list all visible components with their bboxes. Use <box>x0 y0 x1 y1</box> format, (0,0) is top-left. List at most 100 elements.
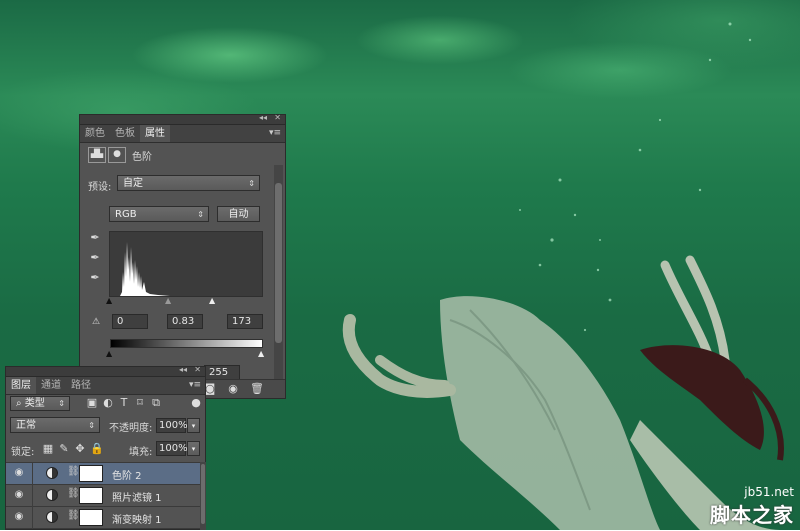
adjustment-title: 色阶 <box>132 152 152 163</box>
scroll-thumb[interactable] <box>201 464 205 524</box>
gradient-map-adjustment-icon <box>46 511 58 523</box>
scroll-thumb[interactable] <box>275 183 282 343</box>
black-point-slider-icon[interactable]: ▲ <box>106 294 112 308</box>
clipping-warning-icon: ⚠ <box>91 317 101 327</box>
opacity-field[interactable]: 100% <box>156 418 188 433</box>
tab-channels[interactable]: 通道 <box>36 377 66 394</box>
filter-pixel-icon[interactable]: ▣ <box>86 396 98 410</box>
watermark-brand: 脚本之家 <box>710 503 794 527</box>
levels-adjustment-icon: ▟▙ <box>88 147 106 163</box>
panel-titlebar[interactable]: ◂◂ ✕ <box>80 113 285 125</box>
opacity-dropdown-button[interactable]: ▾ <box>187 418 200 433</box>
blend-mode-value: 正常 <box>16 420 36 431</box>
lock-transparent-icon[interactable]: ▦ <box>42 442 54 456</box>
layer-mask-thumbnail[interactable] <box>79 465 103 482</box>
input-black-field[interactable]: 0 <box>112 314 148 329</box>
gamma-slider-icon[interactable]: ▲ <box>165 294 171 308</box>
white-point-eyedropper-icon[interactable]: ✒ <box>88 271 102 285</box>
layer-row[interactable]: ◉ ⛓ 照片滤镜 1 <box>6 485 200 507</box>
preset-label: 预设: <box>88 182 112 193</box>
input-gamma-field[interactable]: 0.83 <box>167 314 203 329</box>
collapse-icon[interactable]: ◂◂ <box>179 365 187 374</box>
output-gradient <box>110 339 263 348</box>
layer-name[interactable]: 色阶 2 <box>112 467 142 482</box>
auto-button[interactable]: 自动 <box>217 206 260 222</box>
layer-name[interactable]: 照片滤镜 1 <box>112 489 162 504</box>
filter-type-icon[interactable]: T <box>118 396 130 410</box>
tab-color[interactable]: 颜色 <box>80 125 110 142</box>
histogram <box>109 231 263 297</box>
lock-position-icon[interactable]: ✥ <box>74 442 86 456</box>
tab-properties[interactable]: 属性 <box>140 125 170 142</box>
chevron-updown-icon: ⇕ <box>58 399 65 408</box>
output-white-field[interactable]: 255 <box>204 365 240 380</box>
link-icon[interactable]: ⛓ <box>67 488 80 499</box>
visibility-eye-icon[interactable]: ◉ <box>226 382 240 396</box>
preset-value: 自定 <box>123 178 143 189</box>
lock-label: 锁定: <box>11 447 35 458</box>
trash-icon[interactable]: 🗑 <box>250 382 264 396</box>
tab-swatches[interactable]: 色板 <box>110 125 140 142</box>
fill-dropdown-button[interactable]: ▾ <box>187 441 200 456</box>
properties-panel: ◂◂ ✕ 颜色 色板 属性 ▾≡ ▟▙ ● 色阶 预设: 自定 ⇕ RGB ⇕ … <box>79 113 286 399</box>
filter-kind: 类型 <box>24 398 45 409</box>
fill-field[interactable]: 100% <box>156 441 188 456</box>
panel-menu-icon[interactable]: ▾≡ <box>189 377 201 394</box>
output-white-slider-icon[interactable]: ▲ <box>258 347 264 361</box>
chevron-updown-icon: ⇕ <box>88 421 95 430</box>
filter-toggle-icon[interactable]: ● <box>190 396 202 410</box>
photo-filter-adjustment-icon <box>46 489 58 501</box>
tab-layers[interactable]: 图层 <box>6 377 36 394</box>
collapse-icon[interactable]: ◂◂ <box>259 113 267 122</box>
chevron-updown-icon: ⇕ <box>197 210 204 219</box>
output-black-slider-icon[interactable]: ▲ <box>106 347 112 361</box>
layers-panel: ◂◂ ✕ 图层 通道 路径 ▾≡ ⌕ 类型 ⇕ ▣ ◐ T ⌑ ⧉ ● 正常 ⇕… <box>5 365 206 531</box>
chevron-updown-icon: ⇕ <box>248 179 255 188</box>
properties-tabs: 颜色 色板 属性 ▾≡ <box>80 125 285 143</box>
close-icon[interactable]: ✕ <box>274 113 281 122</box>
layer-row[interactable]: ◉ ⛓ 色阶 2 <box>6 463 200 485</box>
layer-mask-icon[interactable]: ● <box>108 147 126 163</box>
tab-paths[interactable]: 路径 <box>66 377 96 394</box>
close-icon[interactable]: ✕ <box>194 365 201 374</box>
black-point-eyedropper-icon[interactable]: ✒ <box>88 231 102 245</box>
visibility-eye-icon[interactable]: ◉ <box>13 467 25 479</box>
histogram-graph <box>120 242 170 296</box>
layer-mask-thumbnail[interactable] <box>79 509 103 526</box>
channel-value: RGB <box>115 209 137 220</box>
divider <box>32 485 33 507</box>
layer-name[interactable]: 渐变映射 1 <box>112 511 162 526</box>
lock-image-icon[interactable]: ✎ <box>58 442 70 456</box>
search-icon: ⌕ <box>16 398 25 409</box>
layer-row[interactable]: ◉ ⛓ 渐变映射 1 <box>6 507 200 529</box>
filter-shape-icon[interactable]: ⌑ <box>134 396 146 410</box>
watermark: jb51.net 脚本之家 <box>710 485 794 528</box>
link-icon[interactable]: ⛓ <box>67 510 80 521</box>
white-point-slider-icon[interactable]: ▲ <box>209 294 215 308</box>
layer-mask-thumbnail[interactable] <box>79 487 103 504</box>
lock-all-icon[interactable]: 🔒 <box>90 442 104 456</box>
layer-filter-select[interactable]: ⌕ 类型 ⇕ <box>10 396 70 411</box>
layers-scrollbar[interactable] <box>200 462 206 530</box>
panel-menu-icon[interactable]: ▾≡ <box>269 125 281 142</box>
opacity-label: 不透明度: <box>109 423 153 434</box>
gray-point-eyedropper-icon[interactable]: ✒ <box>88 251 102 265</box>
properties-scrollbar[interactable] <box>274 165 283 380</box>
divider <box>32 463 33 485</box>
channel-select[interactable]: RGB ⇕ <box>109 206 209 222</box>
input-white-field[interactable]: 173 <box>227 314 263 329</box>
layers-titlebar[interactable]: ◂◂ ✕ <box>6 365 205 377</box>
visibility-eye-icon[interactable]: ◉ <box>13 511 25 523</box>
visibility-eye-icon[interactable]: ◉ <box>13 489 25 501</box>
divider <box>32 507 33 529</box>
fill-label: 填充: <box>129 447 153 458</box>
watermark-site: jb51.net <box>744 485 794 499</box>
link-icon[interactable]: ⛓ <box>67 466 80 477</box>
filter-smart-object-icon[interactable]: ⧉ <box>150 396 162 410</box>
preset-select[interactable]: 自定 ⇕ <box>117 175 260 191</box>
blend-mode-select[interactable]: 正常 ⇕ <box>10 417 100 433</box>
levels-adjustment-icon <box>46 467 58 479</box>
filter-adjustment-icon[interactable]: ◐ <box>102 396 114 410</box>
input-slider-track[interactable]: ▲ ▲ ▲ <box>106 296 263 305</box>
layers-list: ◉ ⛓ 色阶 2 ◉ ⛓ 照片滤镜 1 ◉ ⛓ 渐变映射 1 <box>6 462 200 531</box>
